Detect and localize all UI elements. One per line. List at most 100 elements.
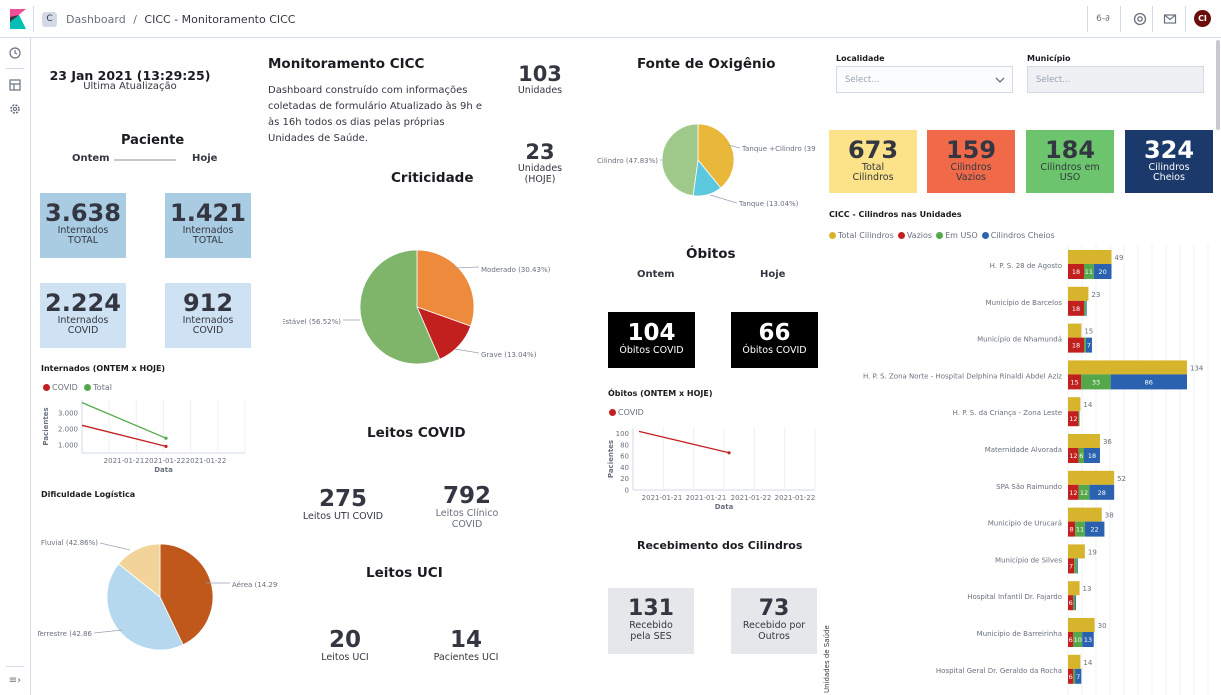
recebido-outros-tile: 73 Recebido por Outros xyxy=(731,588,817,654)
dashboard-icon[interactable] xyxy=(8,78,22,92)
series-line[interactable] xyxy=(81,424,167,448)
bar-total[interactable] xyxy=(1068,250,1112,264)
municipio-select[interactable]: Select... xyxy=(1027,66,1204,93)
clock-icon[interactable] xyxy=(8,46,22,60)
legend-label-covid[interactable]: COVID xyxy=(52,383,78,392)
pie-label: Terrestre (42.86 xyxy=(38,630,93,638)
side-nav: ≡› xyxy=(0,38,31,695)
divider xyxy=(33,6,34,32)
divider xyxy=(1120,6,1121,32)
x-tick-label: 2021-01-22 xyxy=(145,457,186,465)
bar-segment[interactable] xyxy=(1073,595,1076,611)
bar-total[interactable] xyxy=(1068,654,1081,669)
x-tick-label: 2021-01-22 xyxy=(731,494,772,502)
recebido-ses-label2: pela SES xyxy=(630,631,672,642)
category-label: H. P. S. da Criança - Zona Leste xyxy=(953,409,1062,417)
bar-total[interactable] xyxy=(1068,323,1082,338)
legend-dot xyxy=(936,232,944,239)
gear-icon[interactable] xyxy=(8,102,22,116)
legend-label-covid[interactable]: COVID xyxy=(618,408,644,417)
legend-label[interactable]: Cilindros Cheios xyxy=(991,231,1055,240)
pacientes-tile-value: 1.421 xyxy=(170,199,246,227)
recebido-ses-label1: Recebido xyxy=(629,620,673,631)
nav-divider xyxy=(6,666,24,667)
bar-total-value: 19 xyxy=(1088,548,1097,556)
category-label: SPA São Raimundo xyxy=(996,483,1062,491)
criticidade-pie-chart[interactable]: Moderado (30.43%) Estável (56.52%) Grave (… xyxy=(283,240,583,380)
pie-slice[interactable] xyxy=(661,123,699,197)
series-line[interactable] xyxy=(638,430,730,454)
bar-segment-value: 12 xyxy=(1080,489,1088,497)
space-badge[interactable]: C xyxy=(42,12,57,27)
bar-total[interactable] xyxy=(1068,470,1115,485)
breadcrumb-dashboard[interactable]: Dashboard xyxy=(66,13,126,26)
bar-total[interactable] xyxy=(1068,397,1081,412)
pacientes-uci-value: 14 xyxy=(449,627,482,653)
user-avatar[interactable]: CI xyxy=(1194,10,1211,27)
leitos-clinico-label2: COVID xyxy=(451,519,483,530)
data-point[interactable] xyxy=(164,436,168,440)
dificuldade-pie-chart[interactable]: Aérea (14.29%) Terrestre (42.86 Fluvial (4… xyxy=(38,530,278,660)
bar-total[interactable] xyxy=(1068,544,1085,559)
bar-total-value: 36 xyxy=(1103,438,1112,446)
localidade-label: Localidade xyxy=(836,54,885,63)
glasses-icon[interactable]: 6-∂ xyxy=(1094,11,1112,27)
bar-total-value: 23 xyxy=(1091,291,1100,299)
unidades-tile: 103 Unidades xyxy=(500,63,580,96)
legend-label[interactable]: Vazios xyxy=(907,231,932,240)
pacientes-tile-value: 912 xyxy=(182,289,234,317)
bar-segment[interactable] xyxy=(1085,300,1087,316)
legend-label[interactable]: Em USO xyxy=(945,231,978,240)
bar-segment[interactable] xyxy=(1075,595,1076,611)
bar-total[interactable] xyxy=(1068,360,1187,375)
mail-icon[interactable] xyxy=(1161,11,1179,27)
category-label: Município de Nhamundá xyxy=(977,336,1062,344)
bar-total-value: 15 xyxy=(1084,328,1093,336)
obitos-line-chart[interactable]: 100 80 60 40 20 0 2021-01-21 2021-01-21 2021-01-… xyxy=(605,422,825,514)
expand-nav-icon[interactable]: ≡› xyxy=(8,674,22,688)
x-tick-label: 2021-01-22 xyxy=(186,457,227,465)
legend-label-total[interactable]: Total xyxy=(93,383,112,392)
bar-total[interactable] xyxy=(1068,618,1095,632)
bar-segment[interactable] xyxy=(1083,337,1086,353)
recebido-outros-label1: Recebido por xyxy=(742,620,806,631)
bar-segment[interactable] xyxy=(1074,558,1077,574)
pie-label: Aérea (14.29%) xyxy=(232,581,278,589)
bar-segment-value: 7 xyxy=(1087,342,1091,350)
dificuldade-title: Dificuldade Logística xyxy=(41,490,136,499)
bar-segment-value: 15 xyxy=(1071,378,1079,386)
top-bar: C Dashboard / CICC - Monitoramento CICC … xyxy=(0,0,1221,38)
internados-line-chart[interactable]: 3.0002.0001.0002021-01-21 2021-01-22 2021-… xyxy=(40,395,260,475)
bar-total[interactable] xyxy=(1068,581,1080,596)
data-point[interactable] xyxy=(164,444,168,448)
criticidade-title: Criticidade xyxy=(391,170,474,186)
localidade-select[interactable]: Select... xyxy=(836,66,1013,93)
bar-segment-value: 12 xyxy=(1069,489,1077,497)
pie-label: Tanque (13.04%) xyxy=(738,200,799,208)
bar-segment[interactable] xyxy=(1078,411,1080,427)
obitos-ontem-tile-label: Óbitos COVID xyxy=(619,345,684,356)
legend-label[interactable]: Total Cilindros xyxy=(838,231,894,240)
bar-total[interactable] xyxy=(1068,507,1102,522)
bar-segment[interactable] xyxy=(1073,668,1076,684)
bar-segment-value: 86 xyxy=(1145,378,1153,386)
localidade-placeholder: Select... xyxy=(845,75,880,85)
help-icon[interactable] xyxy=(1131,11,1149,27)
scrollbar[interactable] xyxy=(1216,40,1220,130)
kibana-logo-icon[interactable] xyxy=(8,9,28,29)
bar-segment-value: 18 xyxy=(1072,268,1080,276)
bar-total[interactable] xyxy=(1068,434,1100,448)
series-line[interactable] xyxy=(81,402,167,439)
fonte-pie-chart[interactable]: Tanque +Cilindro (39 Cilindro (47.83%) Tan… xyxy=(592,120,824,215)
x-axis-label: Data xyxy=(715,503,734,511)
pie-leader-line xyxy=(93,629,123,634)
category-label: Município de Barcelos xyxy=(986,299,1063,307)
bar-total[interactable] xyxy=(1068,286,1089,301)
bar-segment[interactable] xyxy=(1083,300,1086,316)
data-point[interactable] xyxy=(727,451,731,455)
cilindros-bar-chart[interactable]: H. P. S. 28 de Agosto 49 18 11 20 Município d… xyxy=(838,245,1213,695)
breadcrumb-separator: / xyxy=(133,13,137,26)
bar-segment-value: 33 xyxy=(1092,378,1100,386)
leitos-clinico-value: 792 xyxy=(442,483,491,509)
bar-segment[interactable] xyxy=(1076,558,1078,574)
